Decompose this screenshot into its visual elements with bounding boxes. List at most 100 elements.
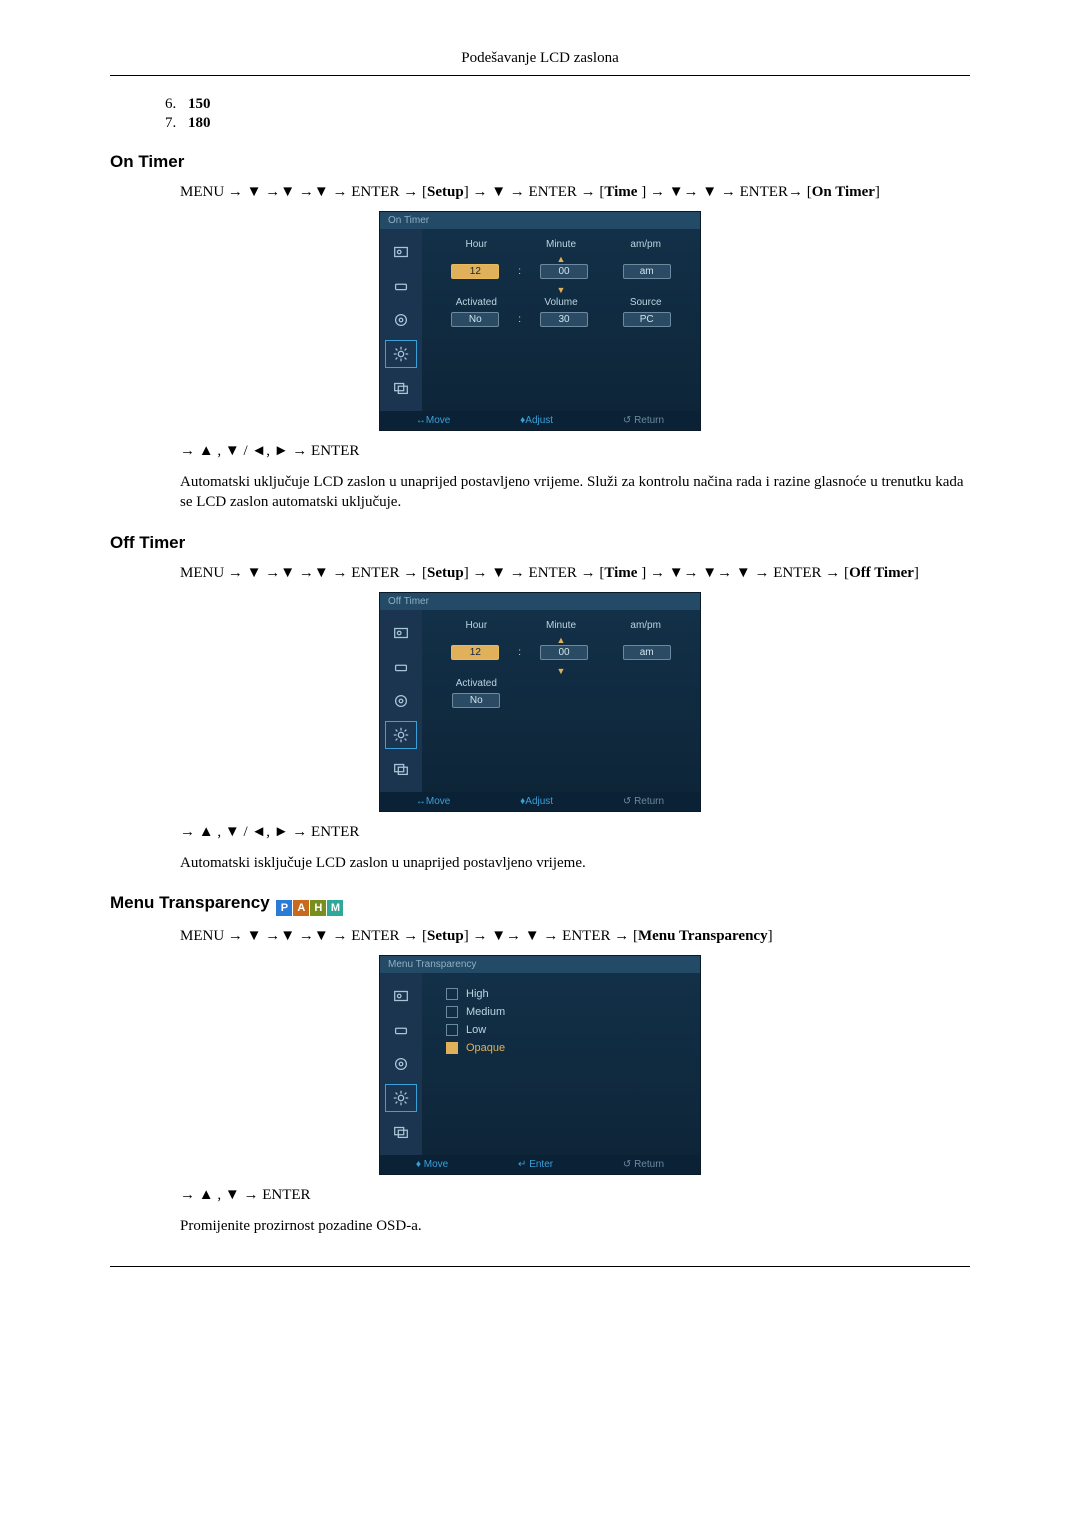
label-volume: Volume [519, 297, 604, 308]
value-minute[interactable]: 00 [540, 645, 588, 660]
footer-return: ↺ Return [623, 415, 664, 426]
osd-row1-labels: Hour Minute am/pm [434, 620, 688, 631]
multi-icon [386, 1119, 416, 1145]
footer-move: ♦ Move [416, 1159, 448, 1170]
value-activated[interactable]: No [451, 312, 499, 327]
section-heading-on-timer: On Timer [110, 152, 970, 172]
menu-item-label: Medium [466, 1006, 505, 1018]
page-footer-rule [110, 1266, 970, 1267]
desc-off-timer: Automatski isključuje LCD zaslon u unapr… [180, 853, 970, 873]
value-minute[interactable]: 00 [540, 264, 588, 279]
nav-text: MENU → [180, 565, 247, 581]
down-indicator: ▼ [434, 666, 688, 676]
osd-title: Off Timer [380, 593, 700, 610]
setup-icon [386, 307, 416, 333]
checkbox-icon [446, 1024, 458, 1036]
value-source[interactable]: PC [623, 312, 671, 327]
section-heading-menu-transparency: Menu Transparency P A H M [110, 893, 970, 916]
nav-time: Time [604, 565, 641, 581]
nav-text: ] → ▼→ ▼ → ENTER→ [ [641, 184, 812, 200]
nav-path-on-timer: MENU → ▼ →▼ →▼ → ENTER → [Setup] → ▼ → E… [180, 182, 970, 203]
page-header: Podešavanje LCD zaslona [110, 50, 970, 76]
label-source: Source [603, 297, 688, 308]
footer-return: ↺ Return [623, 796, 664, 807]
nav2-off-timer: → ▲ , ▼ / ◄, ► → ENTER [180, 822, 970, 843]
osd-footer: ↔Move ♦Adjust ↺ Return [380, 411, 700, 430]
badge-h: H [310, 900, 326, 916]
section-heading-off-timer: Off Timer [110, 533, 970, 553]
label-minute: Minute [519, 239, 604, 250]
list-item: 150 [180, 96, 970, 113]
menu-item-opaque[interactable]: ✓Opaque [440, 1039, 682, 1057]
list-value: 150 [188, 96, 211, 112]
sound-icon [386, 273, 416, 299]
sound-icon [386, 1017, 416, 1043]
footer-move: ↔Move [416, 415, 450, 426]
badge-a: A [293, 900, 309, 916]
menu-item-label: Low [466, 1024, 486, 1036]
mode-badges: P A H M [276, 900, 344, 916]
osd-title: On Timer [380, 212, 700, 229]
osd-footer: ♦ Move ↵ Enter ↺ Return [380, 1155, 700, 1174]
nav-path-off-timer: MENU → ▼ →▼ →▼ → ENTER → [Setup] → ▼ → E… [180, 563, 970, 584]
osd-sidebar [380, 229, 422, 411]
menu-item-medium[interactable]: Medium [440, 1003, 682, 1021]
gear-icon [386, 1085, 416, 1111]
heading-text: Menu Transparency [110, 893, 270, 912]
numbered-list: 150 180 [180, 96, 970, 132]
badge-m: M [327, 900, 343, 916]
nav-text: ▼ →▼ →▼ → ENTER → [ [247, 928, 427, 944]
osd-footer: ↔Move ♦Adjust ↺ Return [380, 792, 700, 811]
osd-title: Menu Transparency [380, 956, 700, 973]
value-volume[interactable]: 30 [540, 312, 588, 327]
nav-time: Time [604, 184, 641, 200]
footer-move: ↔Move [416, 796, 450, 807]
nav-setup: Setup [427, 928, 464, 944]
value-hour[interactable]: 12 [451, 264, 499, 279]
sound-icon [386, 654, 416, 680]
nav-text: ▼ →▼ →▼ → ENTER → [ [247, 184, 427, 200]
osd-row2-labels: Activated Volume Source [434, 297, 688, 308]
label-hour: Hour [434, 620, 519, 631]
setup-icon [386, 688, 416, 714]
osd-sidebar [380, 973, 422, 1155]
nav-text: MENU → [180, 928, 247, 944]
page-title: Podešavanje LCD zaslona [461, 50, 618, 66]
menu-item-low[interactable]: Low [440, 1021, 682, 1039]
down-indicator: ▼ [434, 285, 688, 295]
picture-icon [386, 620, 416, 646]
nav-target: On Timer [812, 184, 875, 200]
nav-text: ] [875, 184, 880, 200]
nav-target: Off Timer [849, 565, 914, 581]
menu-item-high[interactable]: High [440, 985, 682, 1003]
label-ampm: am/pm [603, 620, 688, 631]
osd-sidebar [380, 610, 422, 792]
multi-icon [386, 375, 416, 401]
checkbox-icon [446, 988, 458, 1000]
gear-icon [386, 722, 416, 748]
picture-icon [386, 239, 416, 265]
label-minute: Minute [519, 620, 604, 631]
value-hour[interactable]: 12 [451, 645, 499, 660]
label-ampm: am/pm [603, 239, 688, 250]
value-ampm[interactable]: am [623, 645, 671, 660]
nav-text: ] → ▼ → ENTER → [ [464, 565, 605, 581]
nav-setup: Setup [427, 565, 464, 581]
label-activated: Activated [434, 297, 519, 308]
setup-icon [386, 1051, 416, 1077]
gear-icon [386, 341, 416, 367]
osd-row2-labels: Activated [434, 678, 688, 689]
footer-adjust: ♦Adjust [520, 796, 553, 807]
nav-text: ] [914, 565, 919, 581]
value-ampm[interactable]: am [623, 264, 671, 279]
desc-on-timer: Automatski uključuje LCD zaslon u unapri… [180, 472, 970, 513]
checkbox-icon: ✓ [446, 1042, 458, 1054]
nav-text: MENU → [180, 184, 247, 200]
multi-icon [386, 756, 416, 782]
value-activated[interactable]: No [452, 693, 500, 708]
checkbox-icon [446, 1006, 458, 1018]
nav-target: Menu Transparency [638, 928, 768, 944]
osd-on-timer: On Timer Hour Minute am/pm ▲ 12 : [379, 211, 701, 431]
up-indicator: ▲ [434, 635, 688, 645]
label-activated: Activated [434, 678, 519, 689]
